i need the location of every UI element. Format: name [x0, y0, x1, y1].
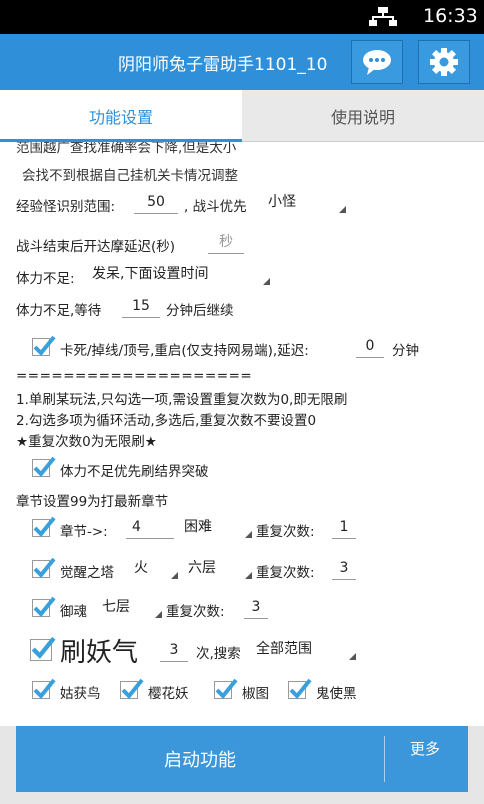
- battle-priority-select[interactable]: 小怪: [268, 192, 346, 214]
- shikigami-checkbox-4[interactable]: [288, 678, 312, 699]
- shikigami-label: 鬼使黑: [316, 686, 357, 702]
- shikigami-checkbox-1[interactable]: [32, 678, 56, 699]
- restart-label: 卡死/掉线/顶号,重启(仅支持网易端),延迟:: [60, 343, 309, 359]
- tab-label: 使用说明: [330, 107, 395, 127]
- tower-element-select[interactable]: 火: [134, 558, 178, 580]
- tower-checkbox[interactable]: [32, 557, 56, 578]
- check-icon: [33, 335, 56, 356]
- status-bar: 16:33: [0, 0, 484, 34]
- tower-floor-select[interactable]: 六层: [188, 558, 252, 580]
- soul-floor-select[interactable]: 七层: [102, 597, 162, 619]
- stamina-wait-label: 体力不足,等待: [16, 303, 102, 319]
- dropdown-arrow-icon: [263, 278, 270, 285]
- stamina-wait-suffix: 分钟后继续: [166, 303, 234, 319]
- select-value: 困难: [184, 519, 212, 535]
- restart-delay-input[interactable]: 0: [356, 336, 384, 358]
- select-value: 发呆,下面设置时间: [92, 266, 209, 282]
- soul-checkbox[interactable]: [32, 596, 56, 617]
- tower-repeat-input[interactable]: 3: [332, 558, 356, 580]
- stamina-low-select[interactable]: 发呆,下面设置时间: [92, 264, 270, 286]
- select-value: 火: [134, 560, 148, 576]
- shikigami-label: 椒图: [242, 686, 269, 702]
- shikigami-checkbox-2[interactable]: [120, 678, 144, 699]
- repeat-label: 重复次数:: [256, 524, 315, 540]
- start-button[interactable]: 启动功能: [16, 726, 384, 792]
- chapter-difficulty-select[interactable]: 困难: [184, 517, 252, 539]
- demon-search-select[interactable]: 全部范围: [256, 639, 356, 661]
- dropdown-arrow-icon: [171, 572, 178, 579]
- tab-instructions[interactable]: 使用说明: [242, 90, 484, 142]
- dropdown-arrow-icon: [245, 572, 252, 579]
- chapter-hint: 章节设置99为打最新章节: [16, 494, 169, 510]
- instruction-line: ★重复次数0为无限刷★: [16, 434, 157, 450]
- chapter-repeat-input[interactable]: 1: [332, 517, 356, 539]
- check-icon: [33, 456, 56, 477]
- instruction-line: 1.单刷某玩法,只勾选一项,需设置重复次数为0,即无限刷: [16, 392, 348, 408]
- chapter-checkbox[interactable]: [32, 516, 56, 537]
- select-value: 七层: [102, 599, 130, 615]
- select-value: 小怪: [268, 194, 296, 210]
- tab-function-settings[interactable]: 功能设置: [0, 90, 242, 142]
- check-icon: [215, 678, 238, 699]
- daruma-delay-label: 战斗结束后开达摩延迟(秒): [16, 239, 176, 255]
- network-icon: [369, 7, 397, 26]
- instruction-line: 2.勾选多项为循环活动,多选后,重复次数不要设置0: [16, 413, 317, 429]
- check-icon: [33, 557, 56, 578]
- soul-repeat-input[interactable]: 3: [244, 597, 268, 619]
- restart-suffix: 分钟: [392, 343, 419, 359]
- dropdown-arrow-icon: [349, 653, 356, 660]
- check-icon: [33, 678, 56, 699]
- chat-bubble-icon: [363, 50, 391, 75]
- exp-range-label: 经验怪识别范围:: [16, 199, 116, 215]
- note-line: 会找不到根据自己挂机关卡情况调整: [22, 168, 238, 184]
- check-icon: [33, 596, 56, 617]
- battle-priority-label: , 战斗优先: [184, 199, 247, 215]
- demon-checkbox[interactable]: [30, 636, 56, 661]
- app-header: 阴阳师兔子雷助手1101_10: [0, 34, 484, 90]
- restart-checkbox[interactable]: [32, 335, 56, 356]
- demon-label: 刷妖气: [60, 638, 139, 668]
- stamina-wait-input[interactable]: 15: [122, 296, 160, 318]
- shikigami-label: 姑获鸟: [60, 686, 101, 702]
- daruma-delay-input[interactable]: 秒: [208, 232, 244, 254]
- stamina-low-label: 体力不足:: [16, 271, 75, 287]
- shikigami-label: 樱花妖: [148, 686, 189, 702]
- note-line: 范围越广查找准确率会下降,但是太小: [16, 142, 237, 156]
- chat-button[interactable]: [351, 40, 403, 84]
- soul-label: 御魂: [60, 604, 87, 620]
- check-icon: [121, 678, 144, 699]
- check-icon: [31, 636, 56, 659]
- shikigami-checkbox-3[interactable]: [214, 678, 238, 699]
- select-value: 全部范围: [256, 641, 312, 657]
- settings-panel[interactable]: 范围越广查找准确率会下降,但是太小 会找不到根据自己挂机关卡情况调整 经验怪识别…: [0, 142, 484, 726]
- repeat-label: 重复次数:: [256, 565, 315, 581]
- tower-label: 觉醒之塔: [60, 565, 114, 581]
- demon-count-input[interactable]: 3: [160, 640, 188, 662]
- exp-range-input[interactable]: 50: [134, 192, 178, 214]
- settings-button[interactable]: [418, 40, 470, 84]
- stamina-barrier-label: 体力不足优先刷结界突破: [60, 464, 209, 480]
- tab-label: 功能设置: [88, 108, 153, 127]
- stamina-barrier-checkbox[interactable]: [32, 456, 56, 477]
- chapter-label: 章节->:: [60, 524, 108, 540]
- demon-suffix: 次,搜索: [196, 646, 241, 662]
- bottom-action-bar: 启动功能 更多: [16, 726, 468, 792]
- dropdown-arrow-icon: [155, 611, 162, 618]
- clock: 16:33: [423, 5, 478, 27]
- separator-line: ====================: [16, 368, 253, 384]
- dropdown-arrow-icon: [339, 206, 346, 213]
- tab-bar: 功能设置 使用说明: [0, 90, 484, 142]
- dropdown-arrow-icon: [245, 531, 252, 538]
- app-title: 阴阳师兔子雷助手1101_10: [118, 55, 328, 75]
- repeat-label: 重复次数:: [166, 604, 225, 620]
- select-value: 六层: [188, 560, 216, 576]
- check-icon: [33, 516, 56, 537]
- check-icon: [289, 678, 312, 699]
- divider: [384, 736, 385, 782]
- gear-icon: [430, 48, 458, 76]
- chapter-input[interactable]: 4: [126, 517, 174, 539]
- more-button[interactable]: 更多: [410, 738, 440, 759]
